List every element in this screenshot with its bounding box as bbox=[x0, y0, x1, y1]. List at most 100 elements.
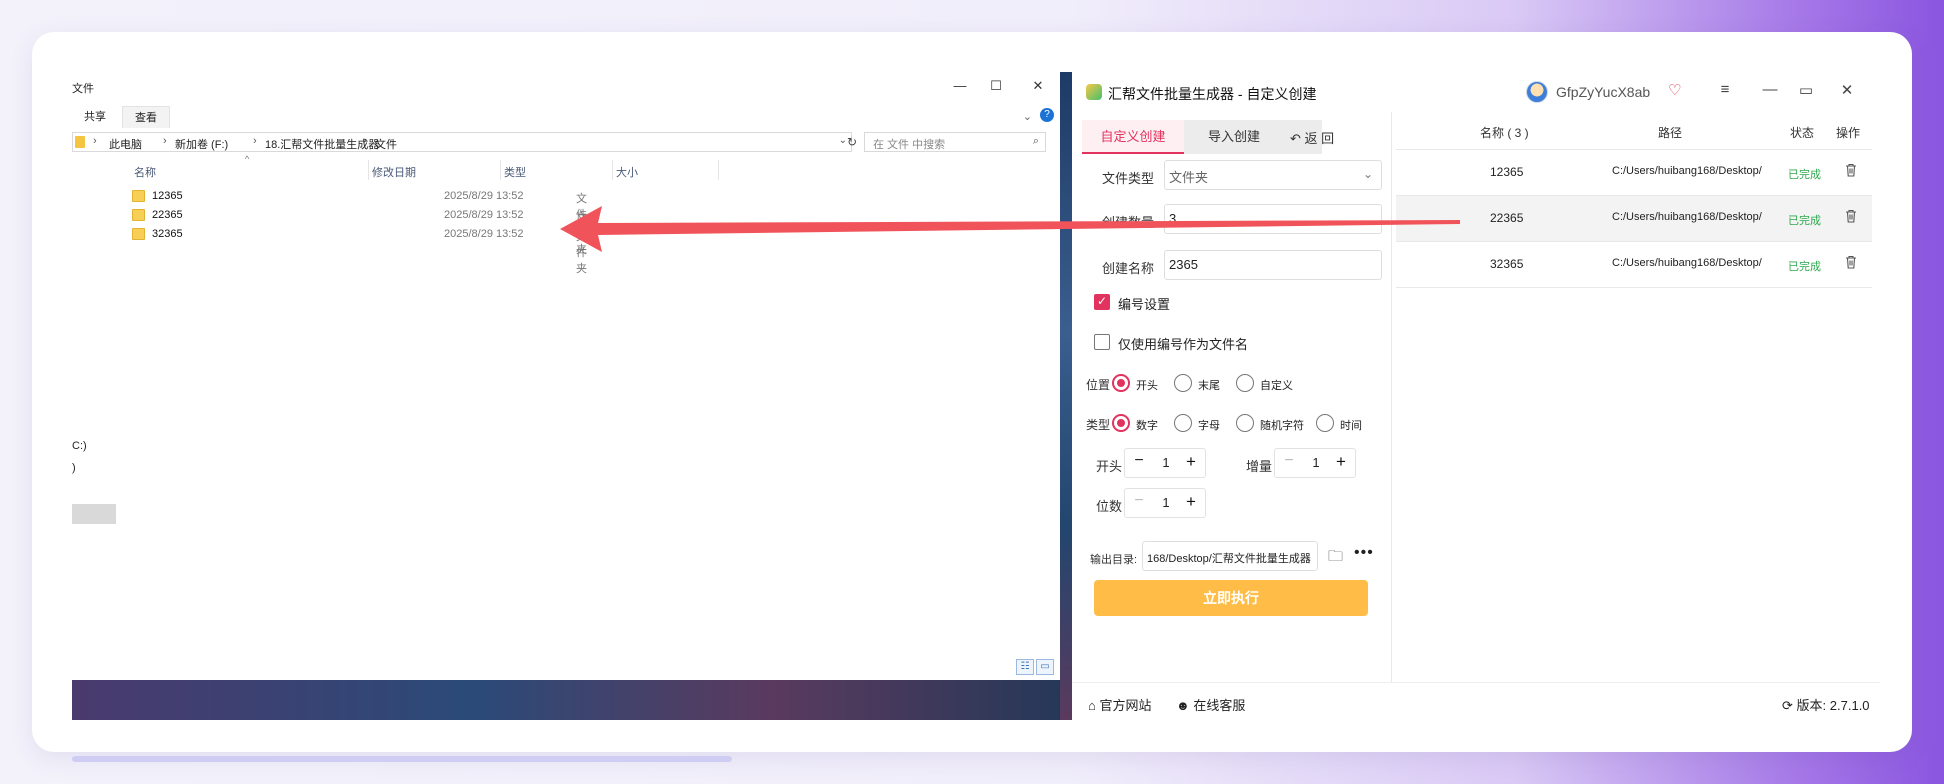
position-radio-start[interactable] bbox=[1112, 374, 1130, 392]
position-radio-custom[interactable] bbox=[1236, 374, 1254, 392]
version-label: 版本: bbox=[1796, 698, 1827, 713]
version-info[interactable]: ⟳ 版本: 2.7.1.0 bbox=[1782, 695, 1870, 714]
column-header-date[interactable]: 修改日期 bbox=[372, 164, 416, 180]
column-header-name[interactable]: 名称 bbox=[134, 164, 156, 180]
tab-import-create[interactable]: 导入创建 bbox=[1184, 120, 1284, 154]
file-type-label: 文件类型 bbox=[1102, 171, 1155, 186]
column-header-size[interactable]: 大小 bbox=[616, 164, 638, 180]
vip-heart-icon[interactable]: ♡ bbox=[1668, 81, 1681, 99]
start-stepper[interactable]: − 1 + bbox=[1124, 448, 1206, 478]
table-row[interactable]: 32365 C:/Users/huibang168/Desktop/ 已完成 bbox=[1396, 242, 1872, 288]
nav-pane-item[interactable]: C:) bbox=[72, 440, 87, 452]
avatar[interactable] bbox=[1526, 81, 1548, 103]
breadcrumb-separator-icon: › bbox=[163, 135, 167, 147]
username[interactable]: GfpZyYucX8ab bbox=[1556, 84, 1650, 100]
more-icon[interactable]: ••• bbox=[1354, 544, 1374, 562]
breadcrumb-current-folder[interactable]: 文件 bbox=[375, 136, 397, 152]
numbering-checkbox[interactable]: ✓ bbox=[1094, 294, 1110, 310]
trash-icon[interactable] bbox=[1845, 163, 1857, 177]
position-radio-end[interactable] bbox=[1174, 374, 1192, 392]
table-row[interactable]: 12365 C:/Users/huibang168/Desktop/ 已完成 bbox=[1396, 150, 1872, 196]
details-view-icon[interactable]: ☷ bbox=[1016, 659, 1034, 675]
type-radio-time[interactable] bbox=[1316, 414, 1334, 432]
explorer-close-icon[interactable]: ✕ bbox=[1026, 78, 1050, 98]
column-divider[interactable] bbox=[500, 160, 501, 180]
type-radio-number[interactable] bbox=[1112, 414, 1130, 432]
search-input[interactable]: 在 文件 中搜索 ⌕ bbox=[864, 132, 1046, 152]
service-icon: ☻ bbox=[1176, 698, 1190, 713]
name-input[interactable]: 2365 bbox=[1164, 250, 1382, 280]
trash-icon[interactable] bbox=[1845, 209, 1857, 223]
explorer-maximize-icon[interactable]: ☐ bbox=[984, 78, 1008, 98]
column-divider[interactable] bbox=[368, 160, 369, 180]
count-input[interactable]: 3 bbox=[1164, 204, 1382, 234]
status-badge: 已完成 bbox=[1788, 215, 1821, 227]
close-icon[interactable]: ✕ bbox=[1835, 81, 1859, 103]
table-row[interactable]: 22365 C:/Users/huibang168/Desktop/ 已完成 bbox=[1396, 196, 1872, 242]
row-name: 12365 bbox=[1490, 165, 1524, 179]
type-radio-letter[interactable] bbox=[1174, 414, 1192, 432]
column-divider[interactable] bbox=[612, 160, 613, 180]
ribbon-tab-view[interactable]: 查看 bbox=[122, 106, 170, 128]
increment-icon[interactable]: + bbox=[1181, 492, 1201, 512]
output-dir-input[interactable]: 168/Desktop/汇帮文件批量生成器 bbox=[1142, 541, 1318, 571]
update-icon: ⟳ bbox=[1782, 698, 1793, 713]
breadcrumb-this-pc[interactable]: 此电脑 bbox=[109, 136, 142, 152]
digits-stepper[interactable]: − 1 + bbox=[1124, 488, 1206, 518]
file-row[interactable]: 22365 2025/8/29 13:52 文件夹 bbox=[132, 207, 587, 256]
nav-pane-item[interactable]: ) bbox=[72, 462, 76, 474]
horizontal-scrollbar[interactable] bbox=[72, 756, 732, 762]
large-icons-view-icon[interactable]: ▭ bbox=[1036, 659, 1054, 675]
type-option-label: 时间 bbox=[1340, 420, 1362, 432]
sort-ascending-icon: ^ bbox=[245, 154, 250, 164]
run-button[interactable]: 立即执行 bbox=[1094, 580, 1368, 616]
column-divider[interactable] bbox=[718, 160, 719, 180]
increment-icon[interactable]: + bbox=[1331, 452, 1351, 472]
refresh-icon[interactable]: ↻ bbox=[842, 132, 862, 152]
address-bar[interactable]: › 此电脑 › 新加卷 (F:) › 18.汇帮文件批量生成器 › 文件 ⌄ bbox=[72, 132, 852, 152]
folder-open-icon[interactable]: 🗀 bbox=[1328, 546, 1343, 571]
increment-value: 1 bbox=[1312, 455, 1320, 470]
batch-generator-app: 汇帮文件批量生成器 - 自定义创建 GfpZyYucX8ab ♡ ≡ — ▭ ✕… bbox=[1072, 72, 1880, 720]
decrement-icon[interactable]: − bbox=[1279, 452, 1299, 470]
increment-stepper[interactable]: − 1 + bbox=[1274, 448, 1356, 478]
explorer-minimize-icon[interactable]: — bbox=[948, 78, 972, 98]
file-type-select[interactable]: 文件夹 ⌄ bbox=[1164, 160, 1382, 190]
file-row[interactable]: 12365 2025/8/29 13:52 文件夹 bbox=[132, 188, 587, 237]
type-option-label: 数字 bbox=[1136, 420, 1158, 432]
column-header-type[interactable]: 类型 bbox=[504, 164, 526, 180]
decrement-icon[interactable]: − bbox=[1129, 452, 1149, 470]
only-number-checkbox[interactable] bbox=[1094, 334, 1110, 350]
breadcrumb-drive[interactable]: 新加卷 (F:) bbox=[175, 136, 228, 152]
start-label: 开头 bbox=[1096, 459, 1123, 474]
folder-icon bbox=[132, 190, 145, 202]
decrement-icon[interactable]: − bbox=[1129, 492, 1149, 510]
nav-pane-selected-item[interactable] bbox=[72, 504, 116, 524]
type-option-label: 随机字符 bbox=[1260, 420, 1304, 432]
table-header-name: 名称 ( 3 ) bbox=[1480, 126, 1529, 140]
file-name: 22365 bbox=[152, 209, 183, 221]
file-row[interactable]: 32365 2025/8/29 13:52 文件夹 bbox=[132, 226, 587, 275]
row-path: C:/Users/huibang168/Desktop/ bbox=[1612, 165, 1762, 177]
row-name: 22365 bbox=[1490, 211, 1524, 225]
maximize-icon[interactable]: ▭ bbox=[1794, 81, 1818, 103]
only-number-label: 仅使用编号作为文件名 bbox=[1118, 337, 1249, 352]
search-icon[interactable]: ⌕ bbox=[1033, 135, 1039, 148]
back-button[interactable]: ↶ 返 回 bbox=[1290, 128, 1334, 147]
menu-icon[interactable]: ≡ bbox=[1713, 81, 1737, 103]
increment-icon[interactable]: + bbox=[1181, 452, 1201, 472]
minimize-icon[interactable]: — bbox=[1758, 81, 1782, 103]
official-site-link[interactable]: ⌂ 官方网站 bbox=[1088, 695, 1152, 714]
trash-icon[interactable] bbox=[1845, 255, 1857, 269]
ribbon-tab-share[interactable]: 共享 bbox=[72, 106, 118, 128]
row-path: C:/Users/huibang168/Desktop/ bbox=[1612, 257, 1762, 269]
type-radio-random[interactable] bbox=[1236, 414, 1254, 432]
help-icon[interactable]: ? bbox=[1040, 108, 1054, 122]
tab-custom-create[interactable]: 自定义创建 bbox=[1082, 120, 1184, 154]
online-service-link[interactable]: ☻ 在线客服 bbox=[1176, 695, 1245, 714]
settings-panel: 自定义创建 导入创建 ↶ 返 回 文件类型 文件夹 ⌄ 创建数量 3 创建名称 … bbox=[1072, 112, 1392, 682]
file-explorer-window: 文件 — ☐ ✕ 共享 查看 ⌄ ? › 此电脑 › 新加卷 (F:) › 18… bbox=[72, 72, 1060, 680]
table-header-status: 状态 bbox=[1790, 126, 1815, 140]
back-label: 返 回 bbox=[1304, 131, 1335, 146]
ribbon-expand-chevron-icon[interactable]: ⌄ bbox=[1023, 110, 1032, 123]
